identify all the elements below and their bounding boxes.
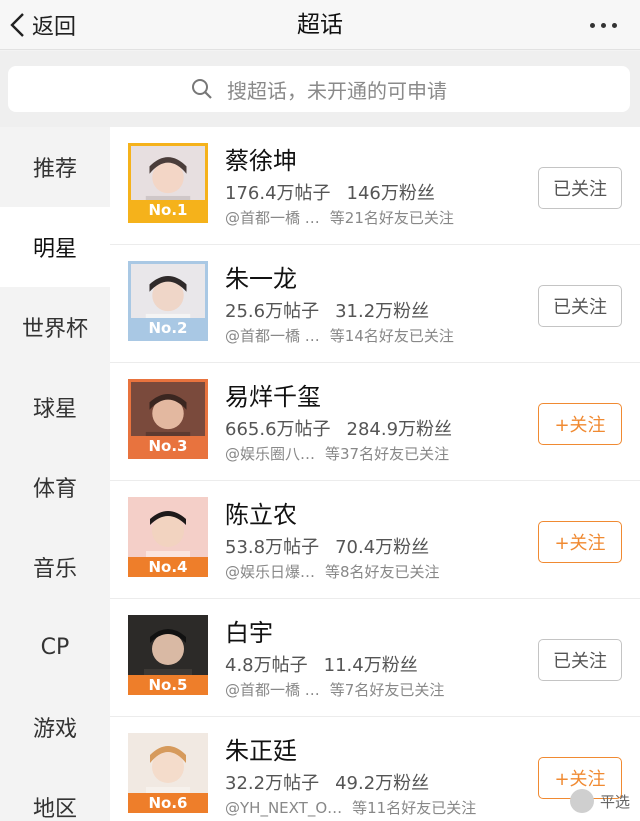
rank-badge: No.6 (128, 793, 208, 813)
sidebar-item-music[interactable]: 音乐 (0, 527, 110, 607)
sidebar-item-games[interactable]: 游戏 (0, 687, 110, 767)
host-name: @娱乐圈八… (225, 445, 316, 463)
fan-count: 31.2万粉丝 (335, 301, 430, 322)
topic-stats: 4.8万帖子 11.4万粉丝 (225, 651, 418, 677)
more-icon (590, 22, 595, 28)
follow-button[interactable]: +关注 (538, 521, 622, 563)
list-item[interactable]: No.1 蔡徐坤 176.4万帖子 146万粉丝 @首都一橋 … 等21名好友已关注… (110, 127, 640, 245)
avatar: No.6 (128, 733, 208, 813)
post-count: 25.6万帖子 (225, 301, 320, 322)
watermark: 平选 (569, 789, 630, 813)
followed-button[interactable]: 已关注 (538, 167, 622, 209)
avatar: No.3 (128, 379, 208, 459)
friends-followed: 等11名好友已关注 (352, 799, 477, 817)
topic-host: @YH_NEXT_O… 等11名好友已关注 (225, 797, 476, 818)
follow-button[interactable]: +关注 (538, 403, 622, 445)
post-count: 665.6万帖子 (225, 419, 331, 440)
host-name: @首都一橋 … (225, 681, 320, 699)
post-count: 4.8万帖子 (225, 655, 308, 676)
rank-badge: No.2 (131, 318, 205, 338)
back-button[interactable]: 返回 (8, 6, 76, 44)
rank-badge: No.1 (131, 200, 205, 220)
host-name: @首都一橋 … (225, 209, 320, 227)
fan-count: 11.4万粉丝 (323, 655, 418, 676)
page-title: 超话 (297, 12, 343, 38)
friends-followed: 等21名好友已关注 (329, 209, 454, 227)
topic-host: @娱乐圈八… 等37名好友已关注 (225, 443, 449, 464)
top-bar: 返回 超话 (0, 0, 640, 50)
followed-button[interactable]: 已关注 (538, 285, 622, 327)
watermark-logo-icon (569, 789, 594, 813)
sidebar-item-stars[interactable]: 明星 (0, 207, 110, 287)
topic-stats: 176.4万帖子 146万粉丝 (225, 179, 435, 205)
host-name: @YH_NEXT_O… (225, 799, 343, 817)
topic-name: 陈立农 (225, 501, 297, 529)
avatar: No.4 (128, 497, 208, 577)
search-icon (192, 79, 212, 99)
topic-host: @首都一橋 … 等21名好友已关注 (225, 207, 454, 228)
friends-followed: 等37名好友已关注 (325, 445, 450, 463)
super-topic-list: No.1 蔡徐坤 176.4万帖子 146万粉丝 @首都一橋 … 等21名好友已关注… (110, 127, 640, 821)
fan-count: 49.2万粉丝 (335, 773, 430, 794)
topic-name: 白宇 (225, 619, 273, 647)
back-label: 返回 (32, 15, 77, 40)
rank-badge: No.3 (131, 436, 205, 456)
sidebar-item-region[interactable]: 地区 (0, 767, 110, 821)
topic-host: @娱乐日爆… 等8名好友已关注 (225, 561, 440, 582)
rank-badge: No.4 (128, 557, 208, 577)
list-item[interactable]: No.5 白宇 4.8万帖子 11.4万粉丝 @首都一橋 … 等7名好友已关注 已关… (110, 599, 640, 717)
list-item[interactable]: No.2 朱一龙 25.6万帖子 31.2万粉丝 @首都一橋 … 等14名好友已关注… (110, 245, 640, 363)
avatar: No.2 (128, 261, 208, 341)
sidebar-item-world-cup[interactable]: 世界杯 (0, 287, 110, 367)
topic-stats: 53.8万帖子 70.4万粉丝 (225, 533, 429, 559)
topic-stats: 665.6万帖子 284.9万粉丝 (225, 415, 452, 441)
followed-button[interactable]: 已关注 (538, 639, 622, 681)
rank-badge: No.5 (128, 675, 208, 695)
topic-name: 蔡徐坤 (225, 147, 297, 175)
list-item[interactable]: No.6 朱正廷 32.2万帖子 49.2万粉丝 @YH_NEXT_O… 等11名好… (110, 717, 640, 821)
sidebar-item-cp[interactable]: CP (0, 607, 110, 687)
fan-count: 146万粉丝 (346, 183, 435, 204)
post-count: 53.8万帖子 (225, 537, 320, 558)
topic-name: 朱正廷 (225, 737, 297, 765)
list-item[interactable]: No.4 陈立农 53.8万帖子 70.4万粉丝 @娱乐日爆… 等8名好友已关注 +… (110, 481, 640, 599)
chevron-left-icon (10, 13, 24, 37)
list-item[interactable]: No.3 易烊千玺 665.6万帖子 284.9万粉丝 @娱乐圈八… 等37名好友已… (110, 363, 640, 481)
topic-stats: 32.2万帖子 49.2万粉丝 (225, 769, 429, 795)
sidebar-item-ball-stars[interactable]: 球星 (0, 367, 110, 447)
sidebar-item-recommend[interactable]: 推荐 (0, 127, 110, 207)
host-name: @娱乐日爆… (225, 563, 316, 581)
avatar: No.1 (128, 143, 208, 223)
topic-name: 朱一龙 (225, 265, 297, 293)
friends-followed: 等7名好友已关注 (329, 681, 445, 699)
topic-host: @首都一橋 … 等14名好友已关注 (225, 325, 454, 346)
search-placeholder: 搜超话，未开通的可申请 (227, 78, 447, 103)
post-count: 176.4万帖子 (225, 183, 331, 204)
avatar: No.5 (128, 615, 208, 695)
topic-name: 易烊千玺 (225, 383, 321, 411)
sidebar-item-sports[interactable]: 体育 (0, 447, 110, 527)
watermark-text: 平选 (599, 792, 630, 811)
friends-followed: 等8名好友已关注 (325, 563, 440, 581)
topic-stats: 25.6万帖子 31.2万粉丝 (225, 297, 429, 323)
search-area: 搜超话，未开通的可申请 (0, 51, 640, 127)
search-input[interactable]: 搜超话，未开通的可申请 (8, 66, 630, 112)
category-sidebar: 推荐 明星 世界杯 球星 体育 音乐 CP 游戏 地区 (0, 127, 110, 821)
more-options-button[interactable] (587, 10, 620, 40)
fan-count: 284.9万粉丝 (346, 419, 453, 440)
host-name: @首都一橋 … (225, 327, 320, 345)
fan-count: 70.4万粉丝 (335, 537, 430, 558)
friends-followed: 等14名好友已关注 (329, 327, 454, 345)
topic-host: @首都一橋 … 等7名好友已关注 (225, 679, 444, 700)
post-count: 32.2万帖子 (225, 773, 320, 794)
